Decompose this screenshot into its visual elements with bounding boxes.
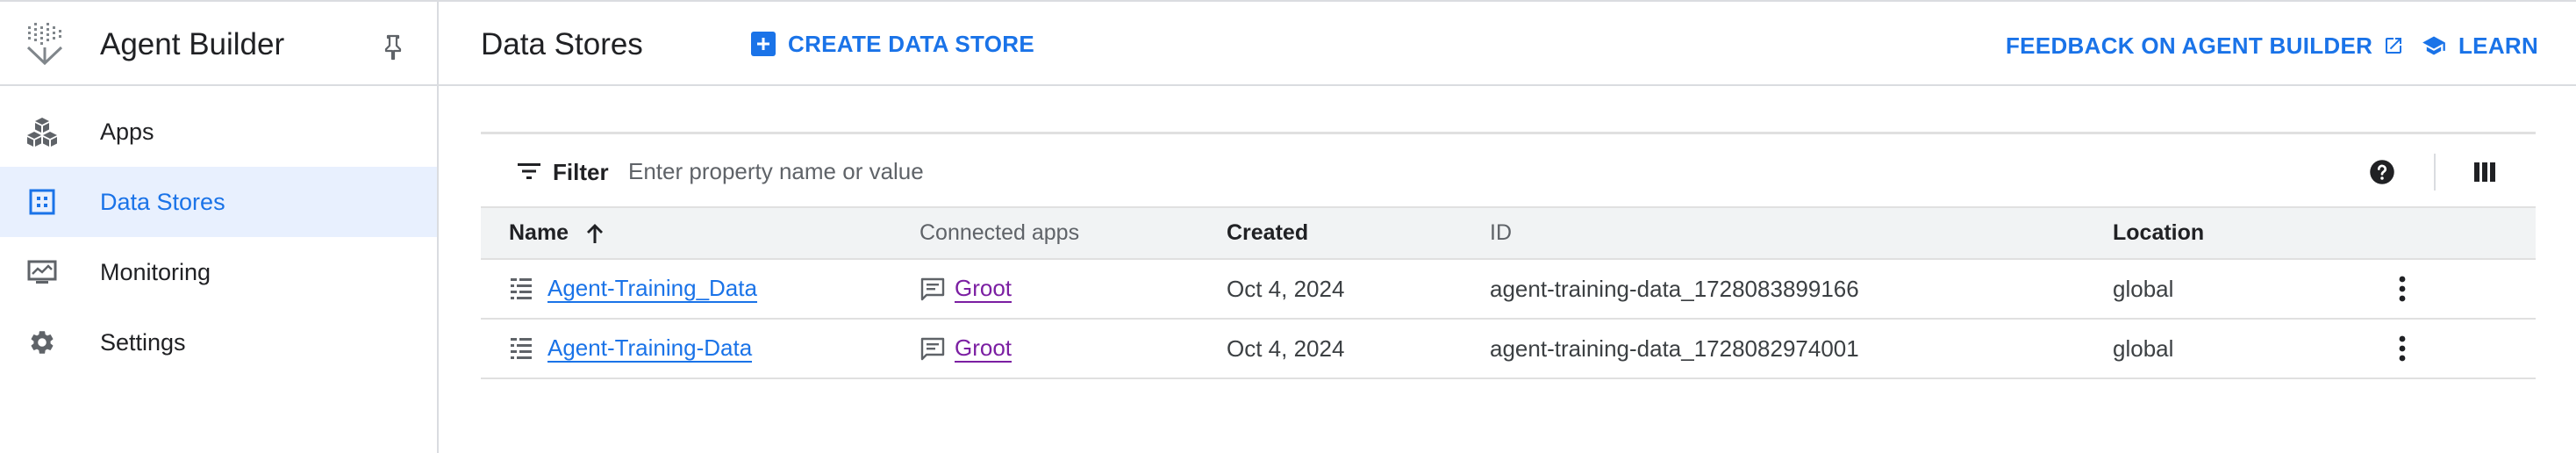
id-cell: agent-training-data_1728082974001 [1490,319,2113,379]
connected-app-link[interactable]: Groot [955,275,1013,303]
sidebar-item-label: Monitoring [100,258,211,285]
sidebar-item-label: Data Stores [100,188,225,215]
table-row: Agent-Training_Data Groot Oct 4, 2024 ag… [481,259,2536,320]
chat-icon [920,277,945,301]
page-header: Data Stores CREATE DATA STORE FEEDBACK O… [439,2,2576,86]
feedback-link[interactable]: FEEDBACK ON AGENT BUILDER [2006,26,2404,65]
filter-bar: Filter [481,134,2536,208]
sidebar-item-settings[interactable]: Settings [0,307,437,378]
sidebar: Agent Builder Apps Data Stores Monitorin… [0,2,439,453]
more-vert-icon[interactable] [2385,331,2420,366]
column-header-label: ID [1490,220,1512,245]
table-header-row: Name Connected apps Created ID Location [481,208,2536,260]
sidebar-item-label: Settings [100,328,186,356]
sidebar-item-label: Apps [100,118,154,145]
add-box-icon [751,32,776,56]
school-icon [2422,36,2445,55]
gear-icon [26,327,58,358]
feedback-label: FEEDBACK ON AGENT BUILDER [2006,32,2373,59]
sidebar-item-apps[interactable]: Apps [0,97,437,167]
sidebar-item-monitoring[interactable]: Monitoring [0,237,437,307]
help-icon[interactable] [2369,159,2395,185]
column-header-label: Created [1227,220,1309,245]
app-title: Agent Builder [100,27,285,61]
filter-label: Filter [553,159,609,185]
data-store-name-link[interactable]: Agent-Training-Data [547,334,753,363]
create-data-store-label: CREATE DATA STORE [788,30,1034,57]
column-header-actions [2385,208,2536,260]
learn-button[interactable]: LEARN [2420,26,2538,65]
column-header-id: ID [1490,208,2113,260]
pin-icon[interactable] [374,28,412,67]
sidebar-nav: Apps Data Stores Monitoring Settings [0,97,437,378]
sidebar-header: Agent Builder [0,2,437,86]
monitoring-icon [26,256,58,288]
filter-input[interactable] [626,152,1679,191]
column-header-label: Location [2113,220,2205,245]
filter-icon[interactable] [516,161,542,182]
open-in-new-icon [2386,38,2402,54]
sidebar-item-data-stores[interactable]: Data Stores [0,167,437,237]
sort-ascending-arrow-icon[interactable] [584,222,605,245]
created-cell: Oct 4, 2024 [1227,319,1490,379]
column-header-label: Name [509,220,569,245]
table-row: Agent-Training-Data Groot Oct 4, 2024 ag… [481,319,2536,379]
apps-cubes-icon [26,116,58,147]
structured-data-icon [511,338,532,359]
connected-app-link[interactable]: Groot [955,334,1013,363]
agent-builder-logo-icon [25,21,67,68]
column-display-icon[interactable] [2472,161,2497,183]
app-root: Agent Builder Apps Data Stores Monitorin… [0,0,2576,453]
data-stores-table: Name Connected apps Created ID Location … [481,208,2536,379]
column-header-location[interactable]: Location [2113,208,2385,260]
column-header-name[interactable]: Name [481,208,919,260]
column-header-connected-apps: Connected apps [919,208,1227,260]
created-cell: Oct 4, 2024 [1227,259,1490,320]
column-header-created[interactable]: Created [1227,208,1490,260]
location-cell: global [2113,319,2385,379]
location-cell: global [2113,259,2385,320]
data-stores-table-card: Filter Enter property name or value Name… [481,132,2536,379]
column-header-label: Connected apps [919,220,1080,245]
data-stores-icon [26,186,58,218]
chat-icon [920,337,945,361]
create-data-store-button[interactable]: CREATE DATA STORE [751,25,1034,63]
learn-label: LEARN [2458,32,2539,59]
page-title: Data Stores [481,27,643,61]
more-vert-icon[interactable] [2385,271,2420,306]
filter-divider [2434,154,2436,191]
data-store-name-link[interactable]: Agent-Training_Data [547,275,757,303]
structured-data-icon [511,278,532,299]
id-cell: agent-training-data_1728083899166 [1490,259,2113,320]
